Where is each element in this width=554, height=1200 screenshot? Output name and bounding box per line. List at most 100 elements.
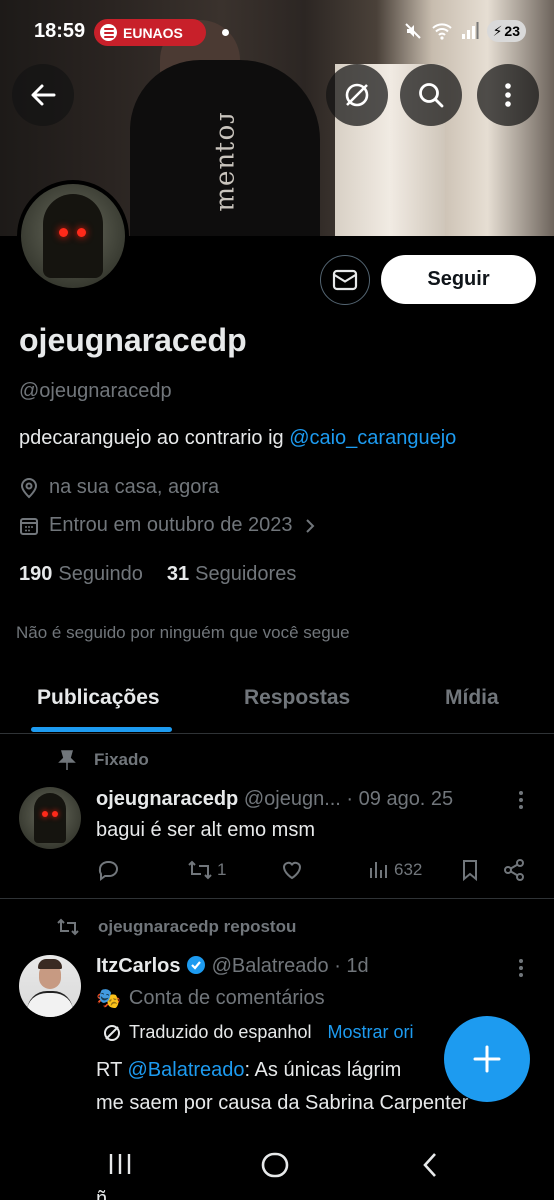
post-date[interactable]: · 09 ago. 25: [346, 788, 453, 810]
profile-name: ojeugnaracedp: [19, 322, 247, 358]
pinned-label: Fixado: [58, 749, 149, 771]
battery-level: 23: [504, 23, 520, 39]
rt-mention[interactable]: @Balatreado: [128, 1059, 245, 1081]
account-label-text: Conta de comentários: [128, 987, 325, 1009]
search-button[interactable]: [400, 64, 462, 126]
spotify-pill-label: EUNAOS: [123, 24, 183, 41]
notification-dot: [222, 29, 229, 36]
profile-bio: pdecaranguejo ao contrario ig @caio_cara…: [19, 427, 456, 450]
share-button[interactable]: [502, 858, 526, 882]
grok-button[interactable]: [326, 64, 388, 126]
chevron-right-icon: [305, 518, 314, 533]
following-stat[interactable]: 190 Seguindo: [19, 563, 143, 586]
repost-button[interactable]: 1: [187, 858, 226, 882]
repost-more-button[interactable]: [519, 956, 525, 980]
recent-apps-icon[interactable]: [106, 1150, 134, 1178]
post-more-button[interactable]: [519, 788, 525, 812]
bio-link[interactable]: @caio_caranguejo: [289, 427, 456, 449]
profile-location: na sua casa, agora: [19, 476, 219, 499]
views-count: 632: [394, 860, 423, 879]
post-header: ojeugnaracedp @ojeugn... · 09 ago. 25: [96, 788, 453, 811]
post-actions: 1 632: [96, 858, 536, 886]
profile-joined[interactable]: Entrou em outubro de 2023: [19, 514, 317, 537]
more-options-button[interactable]: [477, 64, 539, 126]
mute-icon: [404, 23, 421, 39]
location-text: na sua casa, agora: [49, 476, 220, 498]
followers-stat[interactable]: 31 Seguidores: [167, 563, 296, 586]
spotify-pill[interactable]: EUNAOS: [94, 19, 206, 46]
like-button[interactable]: [280, 858, 304, 882]
status-time: 18:59: [34, 20, 86, 42]
grok-icon: [345, 83, 369, 107]
repost-text-line1: RT @Balatreado: As únicas lágrim: [96, 1059, 401, 1082]
post-author-name[interactable]: ojeugnaracedp: [96, 788, 238, 810]
tab-respostas[interactable]: Respostas: [244, 686, 350, 710]
signal-icon: [461, 22, 479, 39]
reply-icon: [98, 861, 118, 881]
followers-count: 31: [166, 563, 190, 585]
views-chart-icon: [370, 862, 387, 878]
repost-icon: [188, 860, 212, 880]
show-original-link[interactable]: Mostrar ori: [327, 1022, 413, 1043]
account-label: 🎭 Conta de comentários: [96, 986, 325, 1011]
compose-button[interactable]: [444, 1016, 530, 1102]
back-nav-icon[interactable]: [418, 1150, 442, 1180]
followers-label: Seguidores: [195, 563, 297, 585]
follow-button[interactable]: Seguir: [381, 255, 536, 304]
translated-note: Traduzido do espanhol: [129, 1022, 312, 1042]
translation-row: Traduzido do espanhol Mostrar ori: [103, 1022, 413, 1043]
repost-author-name[interactable]: ItzCarlos: [96, 955, 180, 977]
bookmark-icon: [463, 860, 477, 882]
joined-text: Entrou em outubro de 2023: [49, 514, 293, 536]
repost-date[interactable]: · 1d: [334, 955, 368, 977]
post-author-avatar[interactable]: [19, 787, 81, 849]
repost-small-icon: [57, 918, 79, 936]
banner-shirt-print: ɾoʇuǝɯ: [213, 112, 243, 213]
envelope-icon: [332, 269, 358, 291]
profile-handle: @ojeugnaracedp: [19, 380, 172, 402]
post-divider: [0, 898, 554, 899]
status-bar: 18:59 EUNAOS ⚡ 23: [0, 0, 554, 64]
share-icon: [504, 859, 524, 881]
following-count: 190: [19, 563, 53, 585]
repost-author-handle: @Balatreado: [211, 955, 329, 977]
repost-author-avatar[interactable]: [19, 955, 81, 1017]
battery-indicator: ⚡ 23: [486, 20, 526, 42]
bookmark-button[interactable]: [460, 858, 480, 882]
system-nav-bar: ñ... ... ...: [0, 1128, 554, 1200]
heart-icon: [282, 861, 302, 880]
repost-label[interactable]: ojeugnaracedp repostou: [56, 916, 296, 938]
back-button[interactable]: [12, 64, 74, 126]
pin-icon: [58, 750, 76, 770]
views-button[interactable]: 632: [368, 858, 422, 882]
home-icon[interactable]: [260, 1150, 290, 1180]
repost-text-line2: me saem por causa da Sabrina Carpenter: [96, 1092, 469, 1114]
theater-masks-icon: 🎭: [96, 988, 121, 1010]
following-label: Seguindo: [58, 563, 143, 585]
translate-icon: [104, 1024, 120, 1041]
tab-midia[interactable]: Mídia: [445, 686, 499, 710]
tab-publicacoes[interactable]: Publicações: [37, 686, 160, 710]
repost-text-part1: : As únicas lágrim: [244, 1059, 402, 1081]
plus-icon: [473, 1045, 501, 1073]
search-icon: [419, 83, 444, 108]
profile-stats: 190 Seguindo 31 Seguidores: [19, 563, 296, 586]
followed-by-note: Não é seguido por ninguém que você segue: [16, 623, 350, 642]
pinned-label-text: Fixado: [94, 750, 149, 769]
post-text: bagui é ser alt emo msm: [96, 819, 315, 841]
repost-header: ItzCarlos @Balatreado · 1d: [96, 955, 369, 978]
message-button[interactable]: [320, 255, 370, 305]
profile-avatar[interactable]: [17, 180, 129, 292]
repost-text-peek: ñ... ... ...: [96, 1188, 169, 1200]
more-vertical-icon: [505, 83, 511, 107]
profile-tabs: Publicações Respostas Mídia: [0, 668, 554, 734]
location-pin-icon: [20, 477, 38, 498]
reply-button[interactable]: [96, 858, 120, 882]
bio-text: pdecaranguejo ao contrario ig: [19, 427, 290, 449]
status-icons: ⚡ 23: [403, 20, 526, 42]
wifi-icon: [431, 23, 452, 40]
arrow-left-icon: [31, 84, 56, 106]
verified-badge-icon: [187, 956, 206, 974]
active-tab-indicator: [31, 727, 172, 732]
battery-leaf-icon: ⚡: [492, 22, 503, 39]
